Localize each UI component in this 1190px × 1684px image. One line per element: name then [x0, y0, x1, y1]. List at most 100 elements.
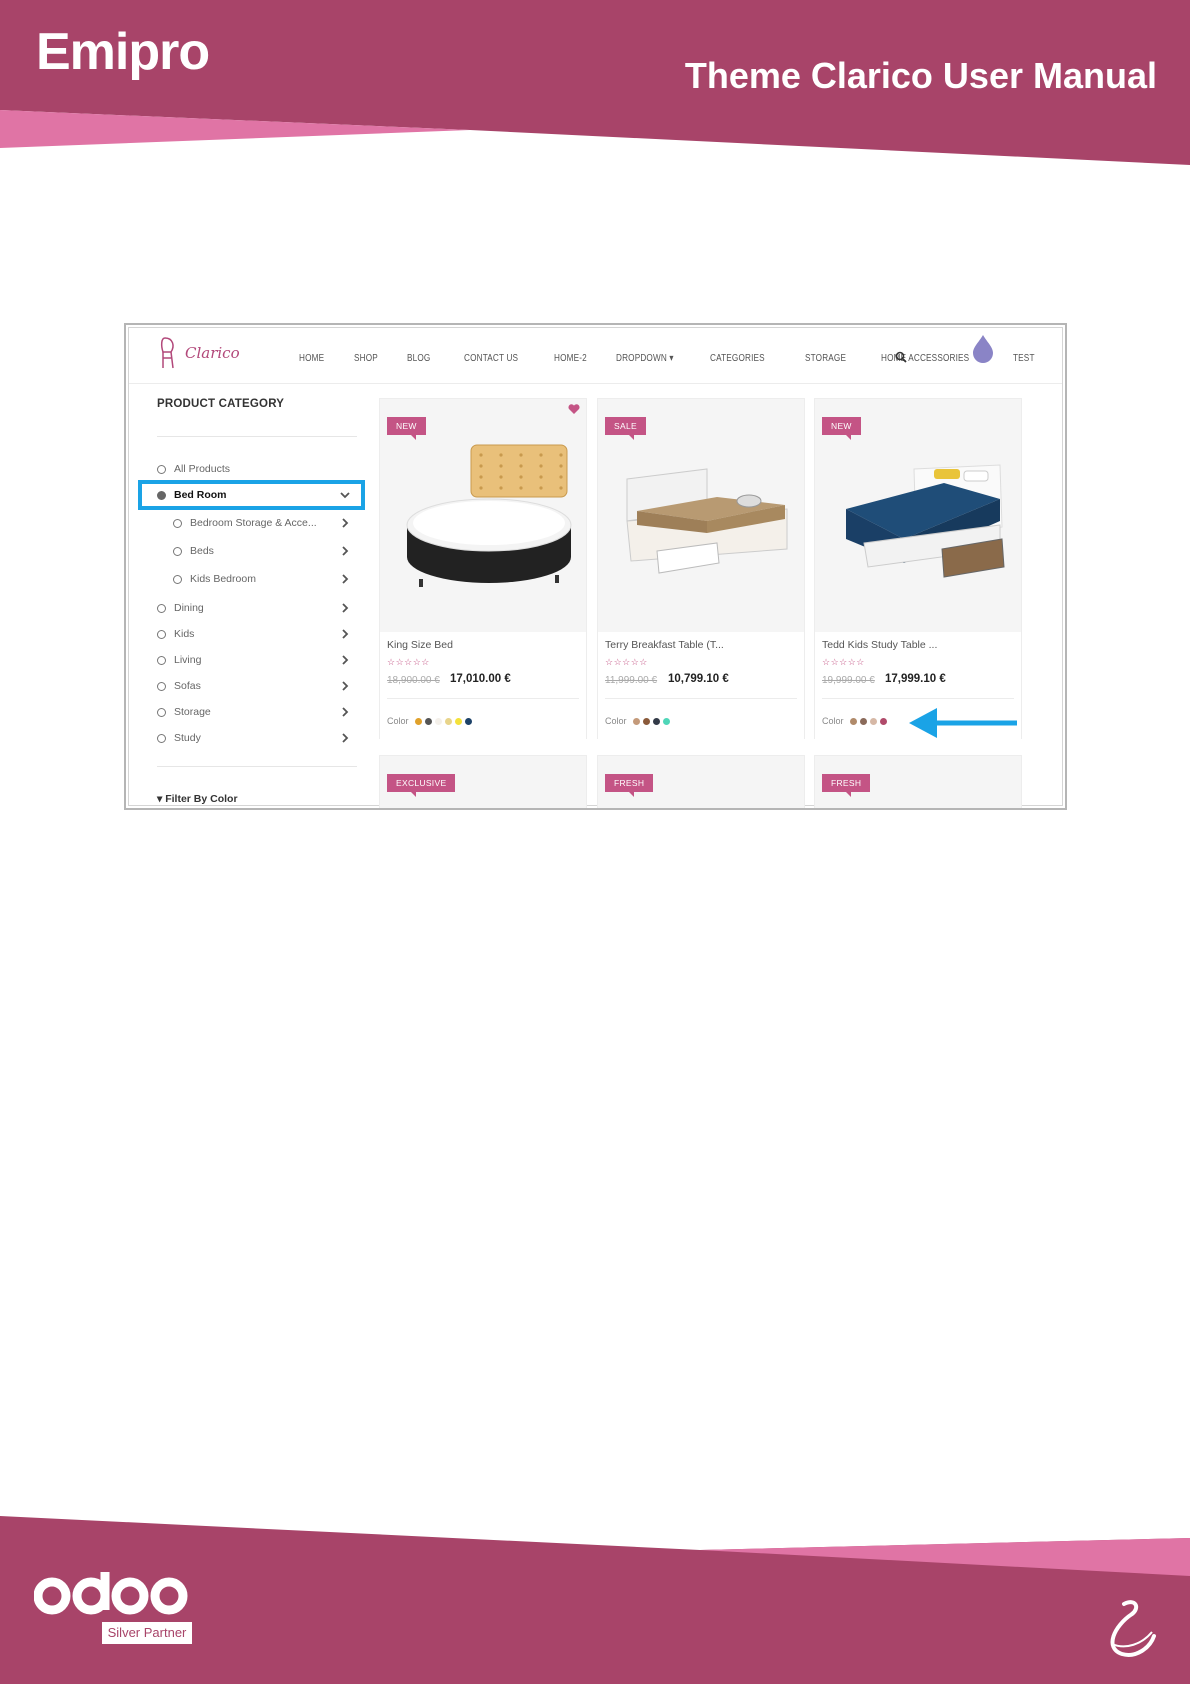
storage-bed-image[interactable]	[607, 439, 797, 599]
round-bed-image[interactable]	[389, 439, 579, 599]
chevron-right-icon[interactable]	[339, 654, 351, 666]
site-navbar: Clarico HOME SHOP BLOG CONTACT US HOME-2 DROP…	[129, 328, 1062, 384]
category-label: Beds	[190, 545, 214, 557]
site-logo[interactable]: Clarico	[159, 336, 240, 370]
category-label: Storage	[174, 706, 211, 718]
nav-item-home-2[interactable]: HOME-2	[554, 353, 587, 364]
sidebar: PRODUCT CATEGORY	[157, 398, 357, 410]
category-item-kids[interactable]: Kids	[157, 625, 351, 643]
color-swatch[interactable]	[643, 718, 650, 725]
nav-item-storage[interactable]: STORAGE	[805, 353, 846, 364]
product-divider	[822, 698, 1014, 699]
color-label: Color	[605, 716, 627, 726]
color-swatch[interactable]	[860, 718, 867, 725]
wishlist-heart-icon[interactable]	[568, 403, 580, 415]
partner-badge: Silver Partner	[102, 1622, 192, 1644]
color-swatch[interactable]	[880, 718, 887, 725]
color-swatches	[850, 718, 887, 725]
filter-by-color[interactable]: ▾ Filter By Color	[157, 793, 238, 805]
arrow-annotation-icon	[909, 708, 1017, 738]
category-radio[interactable]	[173, 574, 182, 584]
product-card[interactable]: FRESH	[814, 755, 1022, 808]
category-item-all-products[interactable]: All Products	[157, 460, 351, 478]
color-swatch[interactable]	[465, 718, 472, 725]
sidebar-divider	[157, 436, 357, 437]
color-swatch[interactable]	[663, 718, 670, 725]
category-radio[interactable]	[173, 546, 182, 556]
color-swatch[interactable]	[425, 718, 432, 725]
nav-item-contact-us[interactable]: CONTACT US	[464, 353, 518, 364]
search-icon[interactable]	[895, 351, 907, 363]
category-radio[interactable]	[157, 707, 166, 717]
category-radio[interactable]	[157, 629, 166, 639]
product-price: 17,999.10 €	[885, 673, 946, 685]
product-rating: ☆☆☆☆☆	[605, 657, 648, 667]
category-label: All Products	[174, 463, 231, 475]
nav-item-blog[interactable]: BLOG	[407, 353, 430, 364]
category-item-study[interactable]: Study	[157, 729, 351, 747]
product-card[interactable]: EXCLUSIVE	[379, 755, 587, 808]
nav-item-test[interactable]: TEST	[1013, 353, 1035, 364]
category-item-beds[interactable]: Beds	[173, 542, 351, 560]
product-info: King Size Bed ☆☆☆☆☆ 18,900.00 € 17,010.00 €…	[380, 632, 586, 739]
chevron-right-icon[interactable]	[339, 517, 351, 529]
color-swatch[interactable]	[445, 718, 452, 725]
category-radio[interactable]	[157, 733, 166, 743]
product-name[interactable]: Terry Breakfast Table (T...	[605, 639, 724, 651]
color-swatch[interactable]	[415, 718, 422, 725]
chevron-right-icon[interactable]	[339, 545, 351, 557]
category-item-living[interactable]: Living	[157, 651, 351, 669]
category-radio[interactable]	[157, 464, 166, 474]
category-item-storage[interactable]: Storage	[157, 703, 351, 721]
product-divider	[387, 698, 579, 699]
category-item-kids-bedroom[interactable]: Kids Bedroom	[173, 570, 351, 588]
color-swatch[interactable]	[455, 718, 462, 725]
product-rating: ☆☆☆☆☆	[387, 657, 430, 667]
category-item-dining[interactable]: Dining	[157, 599, 351, 617]
color-swatches	[415, 718, 472, 725]
nav-item-shop[interactable]: SHOP	[354, 353, 378, 364]
product-badge: FRESH	[605, 774, 654, 797]
category-radio[interactable]	[157, 655, 166, 665]
product-name[interactable]: King Size Bed	[387, 639, 453, 651]
category-label: Kids Bedroom	[190, 573, 256, 585]
chevron-right-icon[interactable]	[339, 628, 351, 640]
nav-item-dropdown[interactable]: DROPDOWN ▾	[616, 353, 674, 364]
site-logo-text: Clarico	[185, 344, 240, 362]
product-badge: SALE	[605, 417, 646, 440]
nav-item-home[interactable]: HOME	[299, 353, 324, 364]
product-badge: NEW	[822, 417, 861, 440]
color-label: Color	[387, 716, 409, 726]
chevron-right-icon[interactable]	[339, 680, 351, 692]
manual-title: Theme Clarico User Manual	[684, 55, 1157, 96]
category-radio[interactable]	[157, 603, 166, 613]
sidebar-divider	[157, 766, 357, 767]
product-name[interactable]: Tedd Kids Study Table ...	[822, 639, 937, 651]
product-badge: NEW	[387, 417, 426, 440]
product-card[interactable]: NEW King Size Bed ☆☆☆☆☆ 18,900.00 € 17,010.0…	[379, 398, 587, 739]
chevron-right-icon[interactable]	[339, 732, 351, 744]
product-card[interactable]: NEW Tedd Kids Study Table ... ☆☆☆☆☆ 19,999.…	[814, 398, 1022, 739]
highlight-box	[138, 480, 365, 510]
category-item-bedroom-storage-acce[interactable]: Bedroom Storage & Acce...	[173, 514, 351, 532]
category-label: Bedroom Storage & Acce...	[190, 517, 317, 529]
chevron-right-icon[interactable]	[339, 706, 351, 718]
product-card[interactable]: FRESH	[597, 755, 805, 808]
color-swatch[interactable]	[633, 718, 640, 725]
chevron-right-icon[interactable]	[339, 573, 351, 585]
product-divider	[605, 698, 797, 699]
category-item-sofas[interactable]: Sofas	[157, 677, 351, 695]
category-radio[interactable]	[173, 518, 182, 528]
category-radio[interactable]	[157, 681, 166, 691]
color-swatch[interactable]	[870, 718, 877, 725]
product-card[interactable]: SALE Terry Breakfast Table (T... ☆☆☆☆☆ 11,9…	[597, 398, 805, 739]
kids-bed-image[interactable]	[824, 439, 1014, 599]
color-swatch[interactable]	[850, 718, 857, 725]
color-swatch[interactable]	[435, 718, 442, 725]
color-drop-icon[interactable]	[971, 333, 995, 363]
nav-item-categories[interactable]: CATEGORIES	[710, 353, 765, 364]
chevron-right-icon[interactable]	[339, 602, 351, 614]
product-badge: FRESH	[822, 774, 871, 797]
color-swatch[interactable]	[653, 718, 660, 725]
sidebar-title: PRODUCT CATEGORY	[157, 398, 285, 410]
